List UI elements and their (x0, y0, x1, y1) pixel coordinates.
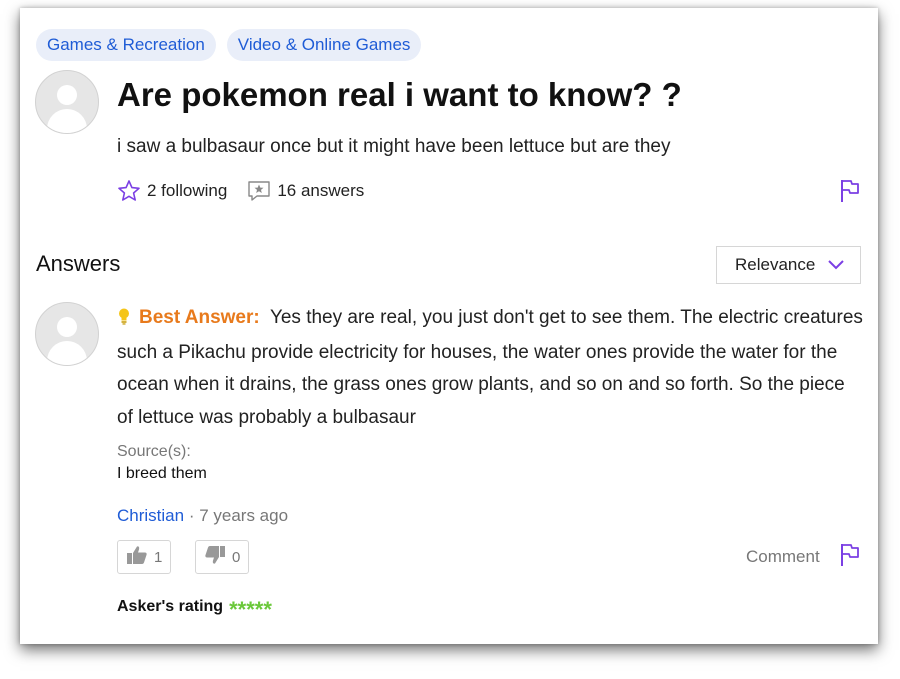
rating-stars: ***** (229, 597, 272, 622)
tag-video-online-games[interactable]: Video & Online Games (226, 29, 422, 61)
question-meta: 2 following 16 answers (117, 179, 384, 203)
following-count: 2 following (147, 181, 228, 200)
thumbs-down-button[interactable]: 0 (195, 540, 249, 574)
chevron-down-icon (828, 255, 844, 275)
comment-button[interactable]: Comment (746, 547, 820, 567)
thumbs-down-icon (204, 545, 226, 569)
star-outline-icon (117, 179, 141, 203)
answers-count-button[interactable]: 16 answers (247, 179, 364, 203)
answerer-avatar[interactable] (35, 302, 99, 366)
best-answer-text-block: Best Answer: Yes they are real, you just… (117, 302, 865, 434)
thumbs-up-button[interactable]: 1 (117, 540, 171, 574)
sources-label: Source(s): (117, 443, 191, 460)
answers-count: 16 answers (277, 181, 365, 200)
follow-button[interactable]: 2 following (117, 179, 227, 203)
asker-avatar[interactable] (35, 70, 99, 134)
tag-games-recreation[interactable]: Games & Recreation (36, 29, 216, 61)
question-title: Are pokemon real i want to know? ? (117, 76, 682, 113)
asker-rating-label: Asker's rating (117, 598, 224, 615)
report-question-flag-icon[interactable] (838, 178, 862, 209)
sources-value: I breed them (117, 465, 207, 482)
thumbs-up-count: 1 (154, 548, 163, 566)
answers-heading: Answers (36, 251, 121, 276)
answers-icon (247, 179, 271, 203)
question-card: Games & Recreation Video & Online Games … (20, 8, 878, 644)
category-tags: Games & Recreation Video & Online Games (36, 29, 422, 61)
question-body: i saw a bulbasaur once but it might have… (117, 136, 671, 157)
thumbs-down-count: 0 (232, 548, 241, 566)
report-answer-flag-icon[interactable] (838, 542, 862, 573)
thumbs-up-icon (126, 545, 148, 569)
answer-author-line: Christian · 7 years ago (117, 506, 288, 526)
answer-author-link[interactable]: Christian (117, 506, 184, 525)
lightbulb-icon (117, 304, 131, 337)
asker-rating: Asker's rating ***** (117, 596, 272, 622)
answer-time: · 7 years ago (184, 506, 289, 525)
sort-label: Relevance (735, 255, 816, 274)
best-answer-label: Best Answer: (139, 307, 260, 328)
sort-dropdown[interactable]: Relevance (716, 246, 861, 284)
